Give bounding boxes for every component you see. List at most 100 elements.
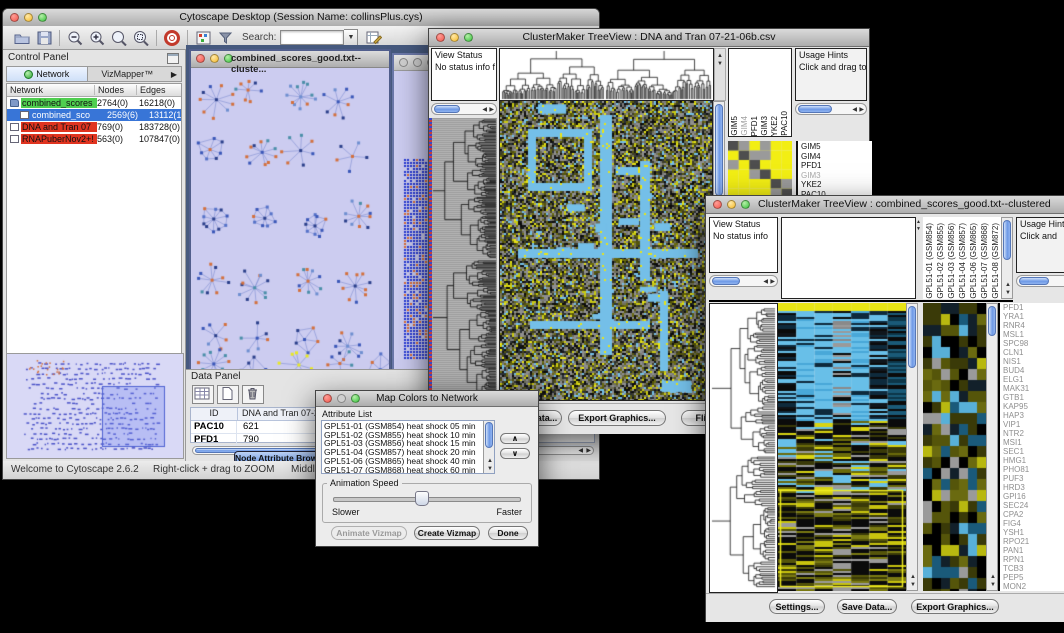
gene-label[interactable]: PUF3	[1003, 474, 1064, 483]
scroll-down-icon[interactable]: ▼	[1005, 290, 1011, 296]
frame2-close-button[interactable]	[399, 58, 408, 67]
zoom-out-icon[interactable]	[64, 28, 86, 47]
gene-label[interactable]: HAP3	[1003, 411, 1064, 420]
tv1-splitter[interactable]: ▲ ▼	[714, 48, 726, 101]
speed-slider-thumb[interactable]	[415, 491, 429, 506]
tv1-global-heatmap[interactable]	[499, 101, 713, 401]
tv2-array-tree-area[interactable]	[781, 217, 916, 299]
scroll-right-icon[interactable]: ▶	[489, 107, 494, 113]
column-label[interactable]: GPL51-01 (GSM854)	[924, 223, 935, 299]
gene-label[interactable]: YSH1	[1003, 528, 1064, 537]
gene-label[interactable]: NTR2	[1003, 429, 1064, 438]
gene-label[interactable]: PHO81	[1003, 465, 1064, 474]
move-up-button[interactable]: ∧	[500, 433, 530, 444]
tv2-settings-button[interactable]: Settings...	[769, 599, 825, 614]
minimize-button[interactable]	[24, 13, 33, 22]
network-table-header[interactable]: Network Nodes Edges	[7, 84, 181, 97]
column-label[interactable]: GPL51-03 (GSM856)	[946, 223, 957, 299]
column-label[interactable]: GIM4	[740, 116, 750, 136]
tv2-minimize-button[interactable]	[727, 200, 736, 209]
gene-label[interactable]: GPI16	[1003, 492, 1064, 501]
main-titlebar[interactable]: Cytoscape Desktop (Session Name: collins…	[3, 9, 599, 27]
gene-label[interactable]: CPA2	[1003, 510, 1064, 519]
tv2-export-graphics-button[interactable]: Export Graphics...	[911, 599, 999, 614]
attribute-list-item[interactable]: GPL51-07 (GSM868) heat shock 60 min	[324, 466, 481, 474]
gene-label[interactable]: SEC1	[1003, 447, 1064, 456]
dialog-zoom-button[interactable]	[351, 394, 360, 403]
column-label[interactable]: GPL51-08 (GSM872)	[990, 223, 1001, 299]
dialog-minimize-button[interactable]	[337, 394, 346, 403]
gene-label[interactable]: PEP5	[1003, 573, 1064, 582]
network-table-row[interactable]: DNA and Tran 07 769(0) 183728(0)	[7, 121, 181, 133]
tv1-status-hscrollbar[interactable]: ◀ ▶	[431, 103, 497, 115]
column-label[interactable]: GPL51-06 (GSM865)	[968, 223, 979, 299]
table-mode-icon[interactable]	[192, 385, 214, 404]
gene-label[interactable]: PAN1	[1003, 546, 1064, 555]
scroll-right-icon[interactable]: ▶	[859, 107, 864, 113]
tab-overflow-arrow-icon[interactable]: ▶	[167, 67, 181, 81]
tv2-gene-dendrogram[interactable]	[709, 303, 778, 593]
dialog-close-button[interactable]	[323, 394, 332, 403]
move-down-button[interactable]: ∨	[500, 448, 530, 459]
column-label[interactable]: GPL51-07 (GSM868)	[979, 223, 990, 299]
animate-vizmap-button[interactable]: Animate Vizmap	[331, 526, 407, 540]
tv2-global-heatmap[interactable]	[778, 303, 906, 591]
column-label[interactable]: GPL51-02 (GSM855)	[935, 223, 946, 299]
column-label[interactable]: PAC10	[780, 111, 790, 136]
gene-label[interactable]: BUD4	[1003, 366, 1064, 375]
gene-label[interactable]: SPC98	[1003, 339, 1064, 348]
zoom-in-icon[interactable]	[86, 28, 108, 47]
search-input[interactable]	[280, 30, 344, 45]
save-icon[interactable]	[33, 28, 55, 47]
float-panel-icon[interactable]	[167, 53, 179, 64]
scroll-left-icon[interactable]: ◀	[852, 107, 857, 113]
close-button[interactable]	[10, 13, 19, 22]
gene-label[interactable]: HMG1	[1003, 456, 1064, 465]
zoom-fit-icon[interactable]	[108, 28, 130, 47]
gene-label[interactable]: ELG1	[1003, 375, 1064, 384]
tv1-hints-hscrollbar[interactable]: ◀ ▶	[795, 103, 867, 115]
scroll-left-icon[interactable]: ◀	[578, 448, 583, 454]
attribute-listbox[interactable]: GPL51-01 (GSM854) heat shock 05 minGPL51…	[321, 420, 495, 474]
tv2-hints-hscrollbar[interactable]	[1016, 275, 1064, 287]
create-vizmap-button[interactable]: Create Vizmap	[414, 526, 480, 540]
tv1-export-graphics-button[interactable]: Export Graphics...	[568, 410, 666, 426]
network-table-row[interactable]: combined_sco 2569(6) 13112(15)	[7, 109, 181, 121]
tv1-zoom-heatmap[interactable]	[728, 141, 792, 198]
scroll-up-icon[interactable]: ▲	[990, 574, 996, 580]
column-label[interactable]: YKE2	[770, 116, 780, 136]
delete-attribute-icon[interactable]	[242, 385, 264, 404]
gene-label[interactable]: YRA1	[1003, 312, 1064, 321]
frame1-minimize-button[interactable]	[210, 54, 219, 63]
gene-label[interactable]: VIP1	[1003, 420, 1064, 429]
gene-label[interactable]: MSL1	[1003, 330, 1064, 339]
gene-label[interactable]: GIM4	[801, 152, 872, 162]
scroll-up-icon[interactable]: ▲	[1005, 282, 1011, 288]
gene-label[interactable]: GIM5	[801, 142, 872, 152]
gene-label[interactable]: RPN1	[1003, 555, 1064, 564]
tab-vizmapper[interactable]: VizMapper™	[88, 67, 168, 81]
gene-label[interactable]: CLN1	[1003, 348, 1064, 357]
gene-label[interactable]: MSI1	[1003, 438, 1064, 447]
zoom-button[interactable]	[38, 13, 47, 22]
list-vscrollbar[interactable]: ▲ ▼	[483, 421, 494, 473]
gene-label[interactable]: PFD1	[1003, 303, 1064, 312]
tv2-close-button[interactable]	[713, 200, 722, 209]
tv2-zoom-vscrollbar[interactable]: ▲ ▼	[986, 303, 998, 591]
frame1-close-button[interactable]	[196, 54, 205, 63]
scroll-right-icon[interactable]: ▶	[770, 279, 775, 285]
frame1-titlebar[interactable]: combined_scores_good.txt--cluste...	[191, 51, 389, 68]
tv1-gene-dendrogram[interactable]	[432, 118, 497, 400]
zoom-selected-icon[interactable]	[130, 28, 152, 47]
gene-label[interactable]: KAP95	[1003, 402, 1064, 411]
scroll-down-icon[interactable]: ▼	[990, 582, 996, 588]
scroll-down-icon[interactable]: ▼	[487, 466, 493, 472]
done-button[interactable]: Done	[488, 526, 528, 540]
tv1-array-dendrogram[interactable]	[499, 48, 714, 101]
column-label[interactable]: GIM5	[730, 116, 740, 136]
help-lifebuoy-icon[interactable]	[161, 28, 183, 47]
tab-network[interactable]: Network	[7, 67, 88, 81]
gene-label[interactable]: NIS1	[1003, 357, 1064, 366]
gene-label[interactable]: RPO21	[1003, 537, 1064, 546]
scroll-up-icon[interactable]: ▲	[487, 458, 493, 464]
